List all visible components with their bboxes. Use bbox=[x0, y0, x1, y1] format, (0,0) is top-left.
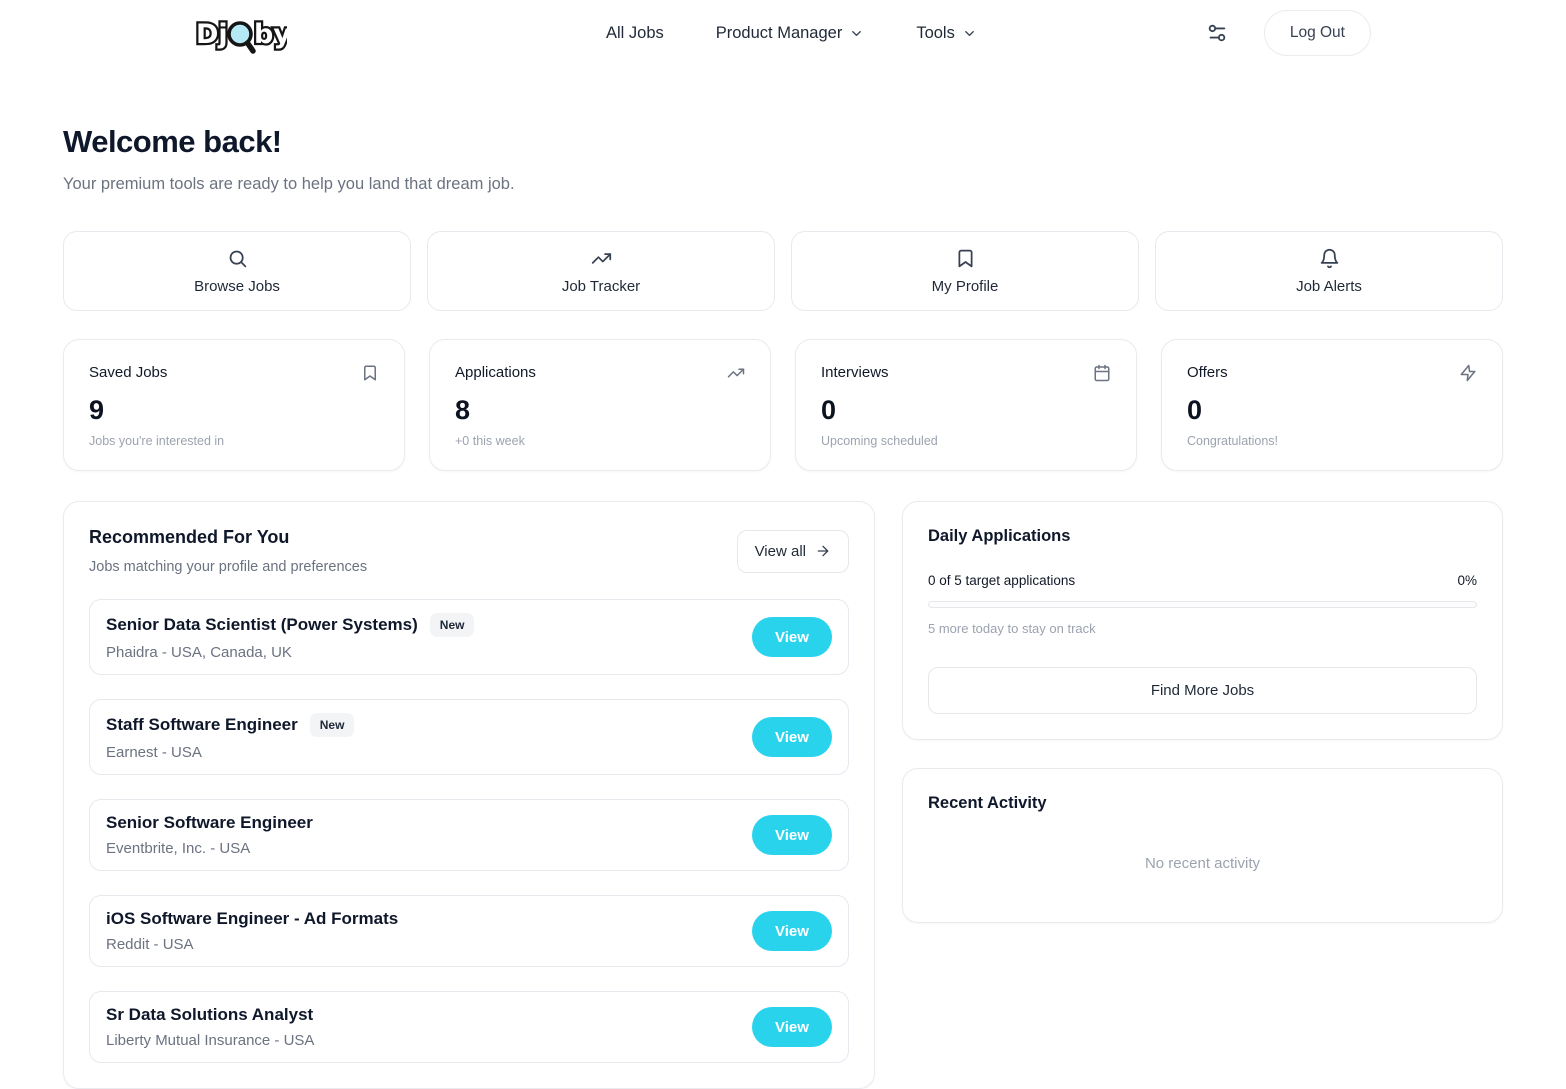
header: Dj by All Jobs Product Manager Tools bbox=[0, 0, 1566, 64]
trending-up-icon bbox=[591, 248, 612, 269]
recommended-title: Recommended For You bbox=[89, 527, 367, 548]
arrow-right-icon bbox=[815, 543, 831, 559]
job-card: iOS Software Engineer - Ad Formats Reddi… bbox=[89, 895, 849, 967]
offers-stat-label: Offers bbox=[1187, 364, 1228, 381]
view-all-label: View all bbox=[755, 543, 806, 560]
view-job-button[interactable]: View bbox=[752, 815, 832, 855]
job-title: Senior Data Scientist (Power Systems) bbox=[106, 615, 418, 635]
job-company: Earnest - USA bbox=[106, 744, 354, 761]
recommended-panel: Recommended For You Jobs matching your p… bbox=[63, 501, 875, 1089]
job-card: Senior Data Scientist (Power Systems) Ne… bbox=[89, 599, 849, 675]
nav-all-jobs-label: All Jobs bbox=[606, 24, 664, 43]
interviews-stat-value: 0 bbox=[821, 395, 1111, 426]
interviews-stat-label: Interviews bbox=[821, 364, 889, 381]
saved-jobs-stat-value: 9 bbox=[89, 395, 379, 426]
saved-jobs-stat-card: Saved Jobs 9 Jobs you're interested in bbox=[63, 339, 405, 471]
job-card: Sr Data Solutions Analyst Liberty Mutual… bbox=[89, 991, 849, 1063]
djoby-logo-icon: Dj by bbox=[195, 9, 287, 57]
job-alerts-card[interactable]: Job Alerts bbox=[1155, 231, 1503, 311]
recommended-subtitle: Jobs matching your profile and preferenc… bbox=[89, 559, 367, 575]
header-actions: Log Out bbox=[1206, 10, 1371, 56]
my-profile-card[interactable]: My Profile bbox=[791, 231, 1139, 311]
bookmark-icon bbox=[955, 248, 976, 269]
job-alerts-label: Job Alerts bbox=[1296, 278, 1362, 295]
job-tracker-card[interactable]: Job Tracker bbox=[427, 231, 775, 311]
view-job-button[interactable]: View bbox=[752, 911, 832, 951]
offers-stat-card: Offers 0 Congratulations! bbox=[1161, 339, 1503, 471]
offers-stat-value: 0 bbox=[1187, 395, 1477, 426]
calendar-icon bbox=[1093, 364, 1111, 382]
stats-row: Saved Jobs 9 Jobs you're interested in A… bbox=[63, 339, 1503, 471]
new-badge: New bbox=[310, 713, 355, 737]
quick-actions-row: Browse Jobs Job Tracker My Profile Job A… bbox=[63, 231, 1503, 311]
interviews-stat-sub: Upcoming scheduled bbox=[821, 434, 1111, 448]
daily-progress-label: 0 of 5 target applications bbox=[928, 573, 1075, 588]
job-tracker-label: Job Tracker bbox=[562, 278, 640, 295]
sliders-icon bbox=[1206, 22, 1228, 44]
search-icon bbox=[227, 248, 248, 269]
recent-activity-panel: Recent Activity No recent activity bbox=[902, 768, 1503, 923]
job-card: Staff Software Engineer New Earnest - US… bbox=[89, 699, 849, 775]
applications-stat-label: Applications bbox=[455, 364, 536, 381]
djoby-logo[interactable]: Dj by bbox=[195, 9, 287, 57]
daily-progress-percent: 0% bbox=[1457, 573, 1477, 588]
main-nav: All Jobs Product Manager Tools bbox=[606, 24, 977, 43]
bookmark-icon bbox=[361, 364, 379, 382]
dashboard-main: Welcome back! Your premium tools are rea… bbox=[63, 124, 1503, 1089]
content-columns: Recommended For You Jobs matching your p… bbox=[63, 501, 1503, 1089]
job-card: Senior Software Engineer Eventbrite, Inc… bbox=[89, 799, 849, 871]
offers-stat-sub: Congratulations! bbox=[1187, 434, 1477, 448]
jobs-list: Senior Data Scientist (Power Systems) Ne… bbox=[89, 599, 849, 1063]
job-company: Reddit - USA bbox=[106, 936, 398, 953]
new-badge: New bbox=[430, 613, 475, 637]
applications-stat-card: Applications 8 +0 this week bbox=[429, 339, 771, 471]
right-column: Daily Applications 0 of 5 target applica… bbox=[902, 501, 1503, 923]
daily-progress-bar bbox=[928, 601, 1477, 608]
view-job-button[interactable]: View bbox=[752, 617, 832, 657]
settings-sliders-button[interactable] bbox=[1206, 22, 1228, 44]
view-all-button[interactable]: View all bbox=[737, 530, 849, 573]
logo-magnifier-handle bbox=[248, 43, 254, 51]
logo-text-dj: Dj bbox=[196, 19, 228, 50]
chevron-down-icon bbox=[962, 26, 977, 41]
trending-up-icon bbox=[727, 364, 745, 382]
job-company: Liberty Mutual Insurance - USA bbox=[106, 1032, 314, 1049]
interviews-stat-card: Interviews 0 Upcoming scheduled bbox=[795, 339, 1137, 471]
logo-text-by: by bbox=[254, 19, 287, 50]
job-title: iOS Software Engineer - Ad Formats bbox=[106, 909, 398, 929]
applications-stat-sub: +0 this week bbox=[455, 434, 745, 448]
job-company: Phaidra - USA, Canada, UK bbox=[106, 644, 474, 661]
bell-icon bbox=[1319, 248, 1340, 269]
page-title: Welcome back! bbox=[63, 124, 1503, 160]
saved-jobs-stat-sub: Jobs you're interested in bbox=[89, 434, 379, 448]
job-title: Senior Software Engineer bbox=[106, 813, 313, 833]
logout-button[interactable]: Log Out bbox=[1264, 10, 1371, 56]
nav-all-jobs[interactable]: All Jobs bbox=[606, 24, 664, 43]
nav-product-manager-label: Product Manager bbox=[716, 24, 843, 43]
find-more-jobs-button[interactable]: Find More Jobs bbox=[928, 667, 1477, 714]
nav-tools-label: Tools bbox=[916, 24, 955, 43]
job-title: Sr Data Solutions Analyst bbox=[106, 1005, 313, 1025]
job-company: Eventbrite, Inc. - USA bbox=[106, 840, 313, 857]
saved-jobs-stat-label: Saved Jobs bbox=[89, 364, 167, 381]
applications-stat-value: 8 bbox=[455, 395, 745, 426]
chevron-down-icon bbox=[849, 26, 864, 41]
view-job-button[interactable]: View bbox=[752, 717, 832, 757]
daily-applications-panel: Daily Applications 0 of 5 target applica… bbox=[902, 501, 1503, 740]
zap-icon bbox=[1459, 364, 1477, 382]
browse-jobs-label: Browse Jobs bbox=[194, 278, 280, 295]
view-job-button[interactable]: View bbox=[752, 1007, 832, 1047]
nav-product-manager[interactable]: Product Manager bbox=[716, 24, 865, 43]
nav-tools[interactable]: Tools bbox=[916, 24, 977, 43]
recent-activity-empty: No recent activity bbox=[928, 855, 1477, 872]
job-title: Staff Software Engineer bbox=[106, 715, 298, 735]
my-profile-label: My Profile bbox=[932, 278, 999, 295]
browse-jobs-card[interactable]: Browse Jobs bbox=[63, 231, 411, 311]
daily-applications-title: Daily Applications bbox=[928, 527, 1477, 546]
daily-progress-hint: 5 more today to stay on track bbox=[928, 621, 1477, 636]
page-subtitle: Your premium tools are ready to help you… bbox=[63, 175, 1503, 194]
recent-activity-title: Recent Activity bbox=[928, 794, 1477, 813]
